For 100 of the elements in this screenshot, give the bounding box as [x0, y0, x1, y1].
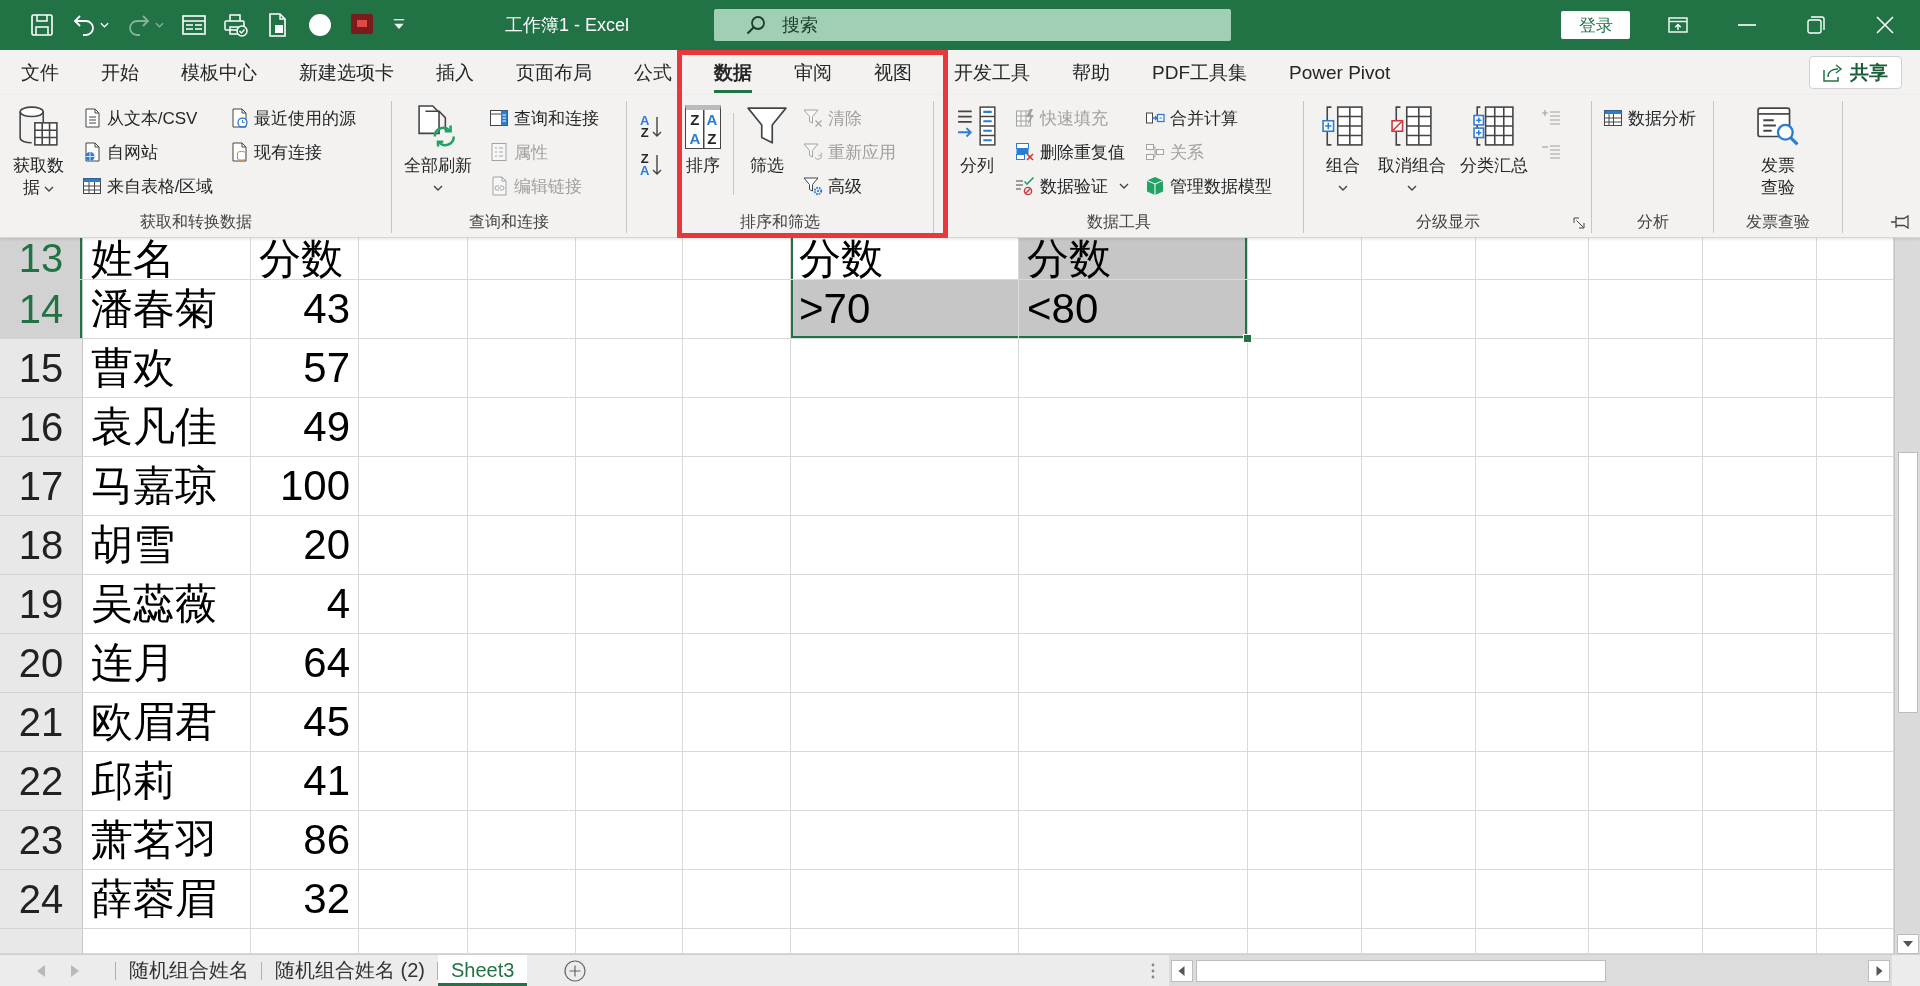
ribbon-tab[interactable]: 页面布局 [495, 50, 613, 95]
table-cell: 64 [251, 634, 359, 693]
circle-icon[interactable] [308, 13, 332, 37]
row-header[interactable]: 13 [0, 238, 83, 280]
add-icon[interactable] [564, 959, 587, 982]
table-cell: 32 [251, 870, 359, 929]
ribbon-tab[interactable]: 文件 [0, 50, 80, 95]
save-icon[interactable] [30, 13, 54, 37]
table-cell: 43 [251, 280, 359, 339]
pin-icon[interactable] [1890, 215, 1910, 229]
advanced-filter-button[interactable]: 高级 [800, 169, 900, 203]
table-cell: 薛蓉眉 [83, 870, 251, 929]
more-icon[interactable] [1150, 962, 1155, 979]
table-cell: 分数 [251, 238, 359, 280]
minimize-icon[interactable] [1737, 24, 1756, 26]
search-field[interactable]: 搜索 [714, 9, 1231, 41]
table-cell: 胡雪 [83, 516, 251, 575]
table-cell: 欧眉君 [83, 693, 251, 752]
undo-icon[interactable] [72, 13, 96, 37]
sort-ascending-button[interactable]: A Z [637, 113, 666, 141]
caret-icon[interactable] [100, 22, 109, 28]
down-arrow-icon [652, 116, 663, 138]
row-header[interactable]: 24 [0, 870, 83, 929]
ungroup-icon [1391, 105, 1433, 147]
printer-icon[interactable] [224, 13, 248, 37]
magnifier-document-icon [1757, 105, 1799, 147]
form-icon[interactable] [182, 13, 206, 37]
row-header[interactable]: 17 [0, 457, 83, 516]
sort-descending-button[interactable]: Z A [637, 151, 666, 179]
funnel-gear-icon [803, 176, 824, 196]
share-button[interactable]: 共享 [1809, 56, 1902, 89]
funnel-refresh-icon [803, 142, 824, 162]
ribbon-tab[interactable]: 帮助 [1051, 50, 1131, 95]
from-web-button[interactable]: 自网站 [78, 135, 217, 169]
row-header[interactable]: 15 [0, 339, 83, 398]
ribbon-tab[interactable]: 开发工具 [933, 50, 1051, 95]
ribbon-tab[interactable]: 开始 [80, 50, 160, 95]
group-label: 分级显示 [1415, 212, 1480, 232]
from-table-button[interactable]: 来自表格/区域 [78, 169, 217, 203]
row-header[interactable]: 21 [0, 693, 83, 752]
data-model-button[interactable]: 管理数据模型 [1142, 169, 1275, 203]
row-header[interactable]: 19 [0, 575, 83, 634]
row-header[interactable]: 18 [0, 516, 83, 575]
login-button[interactable]: 登录 [1561, 11, 1630, 39]
row-header[interactable]: 16 [0, 398, 83, 457]
queries-connections-button[interactable]: 查询和连接 [486, 101, 602, 135]
sheet-tab[interactable]: Sheet3 [438, 955, 528, 986]
row-header[interactable]: 23 [0, 811, 83, 870]
table-cell: 分数 [1019, 238, 1248, 280]
table-cell: 4 [251, 575, 359, 634]
table-cell: 马嘉琼 [83, 457, 251, 516]
restore-icon[interactable] [1806, 16, 1825, 34]
ribbon-tab[interactable]: 模板中心 [160, 50, 278, 95]
search-icon [746, 15, 766, 35]
table-cell: 姓名 [83, 238, 251, 280]
ribbon-display-icon[interactable] [1667, 17, 1688, 33]
group-icon [1322, 105, 1364, 147]
row-header[interactable]: 20 [0, 634, 83, 693]
recent-sources-button[interactable]: 最近使用的源 [226, 101, 360, 135]
from-text-csv-button[interactable]: 从文本/CSV [78, 101, 217, 135]
close-icon[interactable] [1875, 16, 1894, 34]
ribbon-tab[interactable]: 公式 [613, 50, 693, 95]
table-cell: 49 [251, 398, 359, 457]
table-icon [81, 176, 102, 196]
refresh-all-button[interactable]: 全部刷新 [400, 101, 476, 199]
data-validation-button[interactable]: 数据验证 [1012, 169, 1132, 203]
ribbon-tab[interactable]: 视图 [853, 50, 933, 95]
invoice-check-button[interactable]: 发票查验 [1753, 101, 1803, 199]
ribbon-tab[interactable]: 审阅 [773, 50, 853, 95]
table-cell: 57 [251, 339, 359, 398]
table-icon [1603, 108, 1623, 128]
square-icon[interactable] [350, 13, 374, 37]
ungroup-button[interactable]: 取消组合 [1374, 101, 1450, 199]
sort-icon: Z A A Z [685, 105, 722, 149]
dropdown-icon[interactable] [392, 18, 406, 32]
remove-duplicates-button[interactable]: 删除重复值 [1012, 135, 1132, 169]
row-header[interactable]: 22 [0, 752, 83, 811]
row-header[interactable]: 14 [0, 280, 83, 339]
ribbon-tab[interactable]: PDF工具集 [1131, 50, 1268, 95]
ribbon-tab[interactable]: 插入 [415, 50, 495, 95]
sort-button[interactable]: Z A A Z 排序 [681, 101, 726, 177]
consolidate-button[interactable]: 合并计算 [1142, 101, 1275, 135]
text-to-columns-icon [956, 105, 998, 147]
data-analysis-button[interactable]: 数据分析 [1600, 101, 1699, 135]
table-cell: 100 [251, 457, 359, 516]
scrollbar-thumb[interactable] [1897, 452, 1918, 713]
ribbon-tab[interactable]: 新建选项卡 [278, 50, 415, 95]
scrollbar-thumb[interactable] [1196, 959, 1606, 982]
filter-button[interactable]: 筛选 [742, 101, 793, 177]
group-button[interactable]: 组合 [1318, 101, 1368, 199]
subtotal-button[interactable]: 分类汇总 [1456, 101, 1532, 177]
share-icon [1823, 63, 1843, 82]
get-data-button[interactable]: 获取数据 [8, 101, 69, 199]
dialog-launcher-icon[interactable] [1573, 216, 1585, 229]
fill-handle[interactable] [1243, 334, 1252, 343]
rows-cross-icon [1015, 142, 1035, 162]
group-label: 发票查验 [1746, 212, 1810, 232]
ribbon-tab[interactable]: Power Pivot [1268, 50, 1412, 95]
text-to-columns-button[interactable]: 分列 [952, 101, 1002, 177]
existing-connections-button[interactable]: 现有连接 [226, 135, 360, 169]
